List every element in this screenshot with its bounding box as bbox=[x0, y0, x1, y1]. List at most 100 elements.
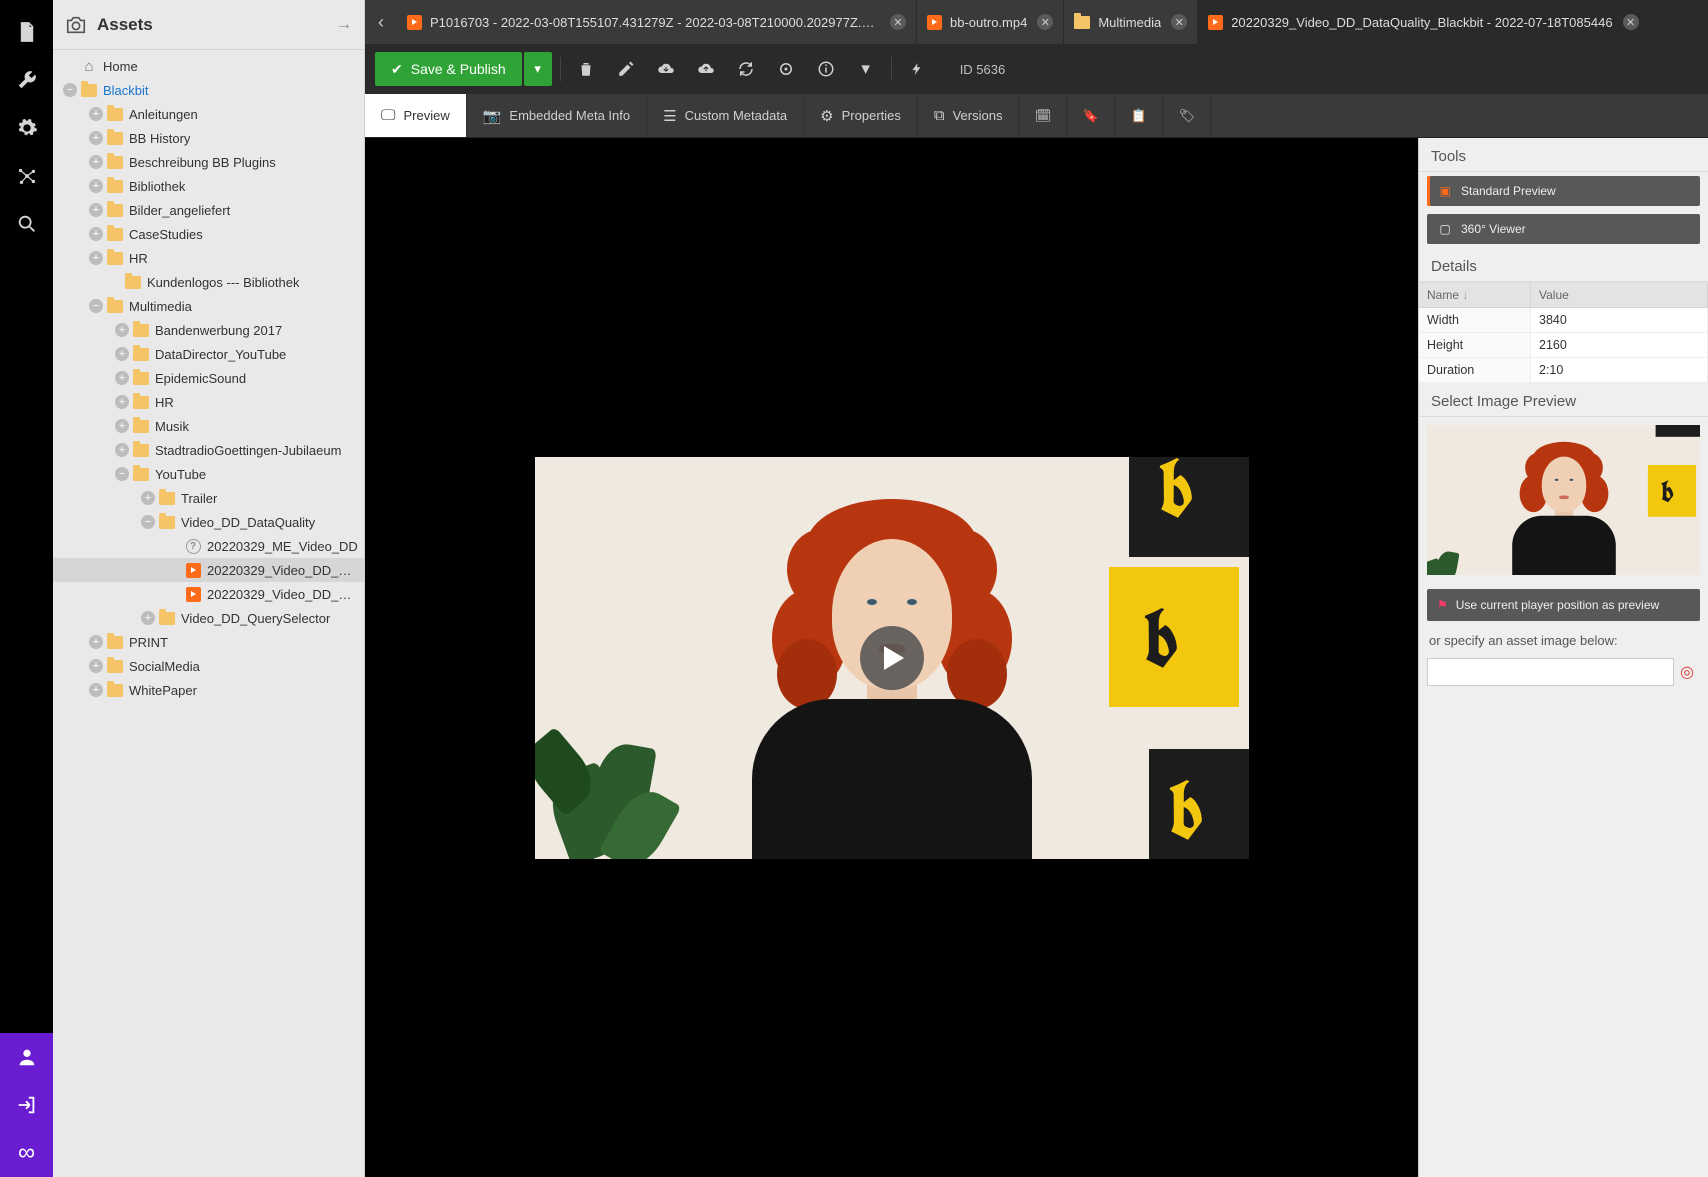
main-area: ‹ P1016703 - 2022-03-08T155107.431279Z -… bbox=[365, 0, 1708, 1177]
monitor-icon: 🖵 bbox=[381, 107, 395, 124]
document-tab[interactable]: Multimedia✕ bbox=[1064, 0, 1198, 44]
tree-item[interactable]: +Bilder_angeliefert bbox=[53, 198, 364, 222]
tree-root-blackbit[interactable]: −Blackbit bbox=[53, 78, 364, 102]
detail-value: 2160 bbox=[1531, 333, 1708, 358]
detail-value: 3840 bbox=[1531, 308, 1708, 333]
infinity-icon[interactable]: ∞ bbox=[0, 1129, 53, 1177]
subtab-tag-icon[interactable]: 🏷 bbox=[1163, 94, 1211, 137]
tree-home[interactable]: ⌂Home bbox=[53, 54, 364, 78]
tree-trailer[interactable]: +Trailer bbox=[53, 486, 364, 510]
subtab-preview[interactable]: 🖵Preview bbox=[365, 94, 467, 137]
close-icon[interactable]: ✕ bbox=[1037, 14, 1053, 30]
tree-vdd-file2[interactable]: 20220329_Video_DD_DataQuality bbox=[53, 558, 364, 582]
tree-item[interactable]: +WhitePaper bbox=[53, 678, 364, 702]
bolt-icon[interactable] bbox=[900, 52, 934, 86]
subtab-embedded-meta[interactable]: 📷Embedded Meta Info bbox=[467, 94, 647, 137]
tree-item[interactable]: +Bibliothek bbox=[53, 174, 364, 198]
more-dropdown-icon[interactable]: ▾ bbox=[849, 52, 883, 86]
tree-item[interactable]: +StadtradioGoettingen-Jubilaeum bbox=[53, 438, 364, 462]
asset-tree-panel: Assets → ⌂Home −Blackbit +Anleitungen+BB… bbox=[53, 0, 365, 1177]
asset-id-label: ID 5636 bbox=[960, 62, 1006, 77]
save-publish-button[interactable]: ✔ Save & Publish bbox=[375, 52, 522, 86]
detail-key: Height bbox=[1419, 333, 1531, 358]
subtab-bookmark-icon[interactable]: 🔖 bbox=[1067, 94, 1115, 137]
list-icon: ☰ bbox=[663, 107, 676, 125]
document-tab[interactable]: P1016703 - 2022-03-08T155107.431279Z - 2… bbox=[397, 0, 917, 44]
preview-area: b b b bbox=[365, 138, 1418, 1177]
tabs-prev-icon[interactable]: ‹ bbox=[365, 0, 397, 44]
target-icon[interactable] bbox=[769, 52, 803, 86]
graph-icon[interactable] bbox=[0, 152, 53, 200]
edit-icon[interactable] bbox=[609, 52, 643, 86]
user-icon[interactable] bbox=[0, 1033, 53, 1081]
wrench-icon[interactable] bbox=[0, 56, 53, 104]
preview-thumbnail[interactable]: b b bbox=[1427, 425, 1700, 575]
video-frame: b b b bbox=[535, 457, 1249, 859]
tree-youtube[interactable]: −YouTube bbox=[53, 462, 364, 486]
detail-key: Width bbox=[1419, 308, 1531, 333]
subtab-properties[interactable]: ⚙Properties bbox=[804, 94, 918, 137]
use-current-position-button[interactable]: ⚑ Use current player position as preview bbox=[1427, 589, 1700, 621]
flag-icon: ⚑ bbox=[1437, 598, 1448, 612]
tree-item[interactable]: +DataDirector_YouTube bbox=[53, 342, 364, 366]
tool-standard-preview[interactable]: ▣ Standard Preview bbox=[1427, 176, 1700, 206]
tree-item[interactable]: +Bandenwerbung 2017 bbox=[53, 318, 364, 342]
tree-item[interactable]: +EpidemicSound bbox=[53, 366, 364, 390]
subtab-custom-metadata[interactable]: ☰Custom Metadata bbox=[647, 94, 804, 137]
gear-icon[interactable] bbox=[0, 104, 53, 152]
tree-multimedia[interactable]: −Multimedia bbox=[53, 294, 364, 318]
left-rail: ∞ bbox=[0, 0, 53, 1177]
logout-icon[interactable] bbox=[0, 1081, 53, 1129]
refresh-icon[interactable] bbox=[729, 52, 763, 86]
save-publish-label: Save & Publish bbox=[411, 61, 506, 77]
document-tab[interactable]: 20220329_Video_DD_DataQuality_Blackbit -… bbox=[1198, 0, 1708, 44]
close-icon[interactable]: ✕ bbox=[1623, 14, 1639, 30]
tree-item[interactable]: +SocialMedia bbox=[53, 654, 364, 678]
panel-title: Assets bbox=[97, 15, 336, 35]
sub-tabs: 🖵Preview 📷Embedded Meta Info ☰Custom Met… bbox=[365, 94, 1708, 138]
vr-icon: ▢ bbox=[1437, 221, 1453, 237]
info-icon[interactable] bbox=[809, 52, 843, 86]
tree-vdd-folder[interactable]: −Video_DD_DataQuality bbox=[53, 510, 364, 534]
tree-item[interactable]: +Anleitungen bbox=[53, 102, 364, 126]
tree-vdd-file1[interactable]: ?20220329_ME_Video_DD bbox=[53, 534, 364, 558]
details-header: Details bbox=[1419, 248, 1708, 282]
subtab-schedule-icon[interactable]: 🗓 bbox=[1019, 94, 1067, 137]
close-icon[interactable]: ✕ bbox=[1171, 14, 1187, 30]
close-icon[interactable]: ✕ bbox=[890, 14, 906, 30]
tree-kundenlogos[interactable]: Kundenlogos --- Bibliothek bbox=[53, 270, 364, 294]
or-specify-label: or specify an asset image below: bbox=[1419, 627, 1708, 654]
camera-icon bbox=[65, 14, 87, 36]
asset-image-input[interactable] bbox=[1427, 658, 1674, 686]
save-publish-dropdown[interactable]: ▾ bbox=[524, 52, 552, 86]
cloud-upload-icon[interactable] bbox=[689, 52, 723, 86]
tree-vdd-file3[interactable]: 20220329_Video_DD_DataQuality bbox=[53, 582, 364, 606]
document-tabs: ‹ P1016703 - 2022-03-08T155107.431279Z -… bbox=[365, 0, 1708, 44]
panel-collapse-icon[interactable]: → bbox=[336, 16, 352, 34]
tree-item[interactable]: +Musik bbox=[53, 414, 364, 438]
delete-icon[interactable] bbox=[569, 52, 603, 86]
locate-target-icon[interactable]: ◎ bbox=[1674, 658, 1700, 686]
tree-item[interactable]: +PRINT bbox=[53, 630, 364, 654]
document-tab[interactable]: bb-outro.mp4✕ bbox=[917, 0, 1064, 44]
tree-item[interactable]: +CaseStudies bbox=[53, 222, 364, 246]
tree-queryselector[interactable]: +Video_DD_QuerySelector bbox=[53, 606, 364, 630]
select-preview-header: Select Image Preview bbox=[1419, 383, 1708, 417]
sliders-icon: ⚙ bbox=[820, 107, 833, 125]
file-icon[interactable] bbox=[0, 8, 53, 56]
tree-item[interactable]: +HR bbox=[53, 246, 364, 270]
col-name[interactable]: Name ↓ bbox=[1419, 283, 1531, 308]
tool-360-viewer[interactable]: ▢ 360° Viewer bbox=[1427, 214, 1700, 244]
search-icon[interactable] bbox=[0, 200, 53, 248]
right-panel: Tools ▣ Standard Preview ▢ 360° Viewer D… bbox=[1418, 138, 1708, 1177]
subtab-clipboard-icon[interactable]: 📋 bbox=[1115, 94, 1163, 137]
details-table: Name ↓ Value Width3840Height2160Duration… bbox=[1419, 282, 1708, 383]
tree-item[interactable]: +BB History bbox=[53, 126, 364, 150]
subtab-versions[interactable]: ⧉Versions bbox=[918, 94, 1020, 137]
col-value[interactable]: Value bbox=[1531, 283, 1708, 308]
tree-item[interactable]: +HR bbox=[53, 390, 364, 414]
tree-item[interactable]: +Beschreibung BB Plugins bbox=[53, 150, 364, 174]
detail-key: Duration bbox=[1419, 358, 1531, 383]
cloud-download-icon[interactable] bbox=[649, 52, 683, 86]
play-button[interactable] bbox=[860, 626, 924, 690]
